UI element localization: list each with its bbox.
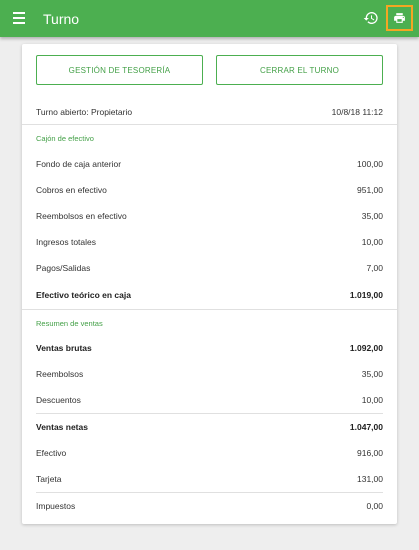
sales-row: Tarjeta 131,00 (22, 466, 397, 492)
sales-row: Descuentos 10,00 (22, 387, 397, 413)
cash-row: Cobros en efectivo 951,00 (22, 177, 397, 203)
history-icon[interactable] (363, 10, 379, 26)
sales-row-value: 0,00 (366, 501, 383, 511)
sales-row-label: Reembolsos (36, 369, 84, 379)
cash-row-value: 951,00 (357, 185, 383, 195)
cash-row: Fondo de caja anterior 100,00 (22, 151, 397, 177)
cash-row-label: Fondo de caja anterior (36, 159, 122, 169)
sales-row-value: 1.047,00 (349, 422, 383, 432)
cash-drawer-heading: Cajón de efectivo (36, 134, 94, 143)
print-icon (394, 13, 405, 23)
cash-row-value: 1.019,00 (349, 290, 383, 300)
sales-summary-heading: Resumen de ventas (36, 319, 103, 328)
sales-row-label: Efectivo (36, 448, 67, 458)
app-bar: Turno (0, 0, 419, 37)
sales-row-label: Tarjeta (36, 474, 62, 484)
net-sales-row: Ventas netas 1.047,00 (22, 414, 397, 440)
cash-row-value: 100,00 (357, 159, 383, 169)
sales-row-label: Descuentos (36, 395, 81, 405)
shift-info-row: Turno abierto: Propietario 10/8/18 11:12 (22, 98, 397, 125)
cash-row-value: 35,00 (361, 211, 383, 221)
cash-row-label: Cobros en efectivo (36, 185, 107, 195)
shift-summary-card: GESTIÓN DE TESORERÍA CERRAR EL TURNO Tur… (22, 44, 397, 524)
sales-row-value: 916,00 (357, 448, 383, 458)
cash-row: Pagos/Salidas 7,00 (22, 255, 397, 281)
sales-row-value: 131,00 (357, 474, 383, 484)
cash-row-value: 7,00 (366, 263, 383, 273)
sales-row-label: Ventas netas (36, 422, 88, 432)
cash-row-label: Reembolsos en efectivo (36, 211, 127, 221)
cash-row-label: Ingresos totales (36, 237, 97, 247)
taxes-row: Impuestos 0,00 (22, 493, 397, 519)
cash-row: Ingresos totales 10,00 (22, 229, 397, 255)
sales-row-value: 35,00 (361, 369, 383, 379)
section-divider (22, 309, 397, 310)
cash-row-label: Pagos/Salidas (36, 263, 91, 273)
shift-datetime: 10/8/18 11:12 (331, 107, 383, 117)
sales-row-value: 10,00 (361, 395, 383, 405)
cash-row-label: Efectivo teórico en caja (36, 290, 131, 300)
treasury-management-button[interactable]: GESTIÓN DE TESORERÍA (36, 55, 203, 85)
menu-icon[interactable] (13, 12, 25, 24)
sales-row: Efectivo 916,00 (22, 440, 397, 466)
sales-row-label: Ventas brutas (36, 343, 92, 353)
cash-row: Reembolsos en efectivo 35,00 (22, 203, 397, 229)
expected-cash-row: Efectivo teórico en caja 1.019,00 (22, 282, 397, 308)
cash-row-value: 10,00 (361, 237, 383, 247)
shift-opened-label: Turno abierto: Propietario (36, 107, 133, 117)
close-shift-button[interactable]: CERRAR EL TURNO (216, 55, 383, 85)
gross-sales-row: Ventas brutas 1.092,00 (22, 335, 397, 361)
sales-row-value: 1.092,00 (349, 343, 383, 353)
print-button[interactable] (386, 5, 413, 31)
sales-row: Reembolsos 35,00 (22, 361, 397, 387)
page-title: Turno (43, 11, 80, 27)
sales-row-label: Impuestos (36, 501, 76, 511)
